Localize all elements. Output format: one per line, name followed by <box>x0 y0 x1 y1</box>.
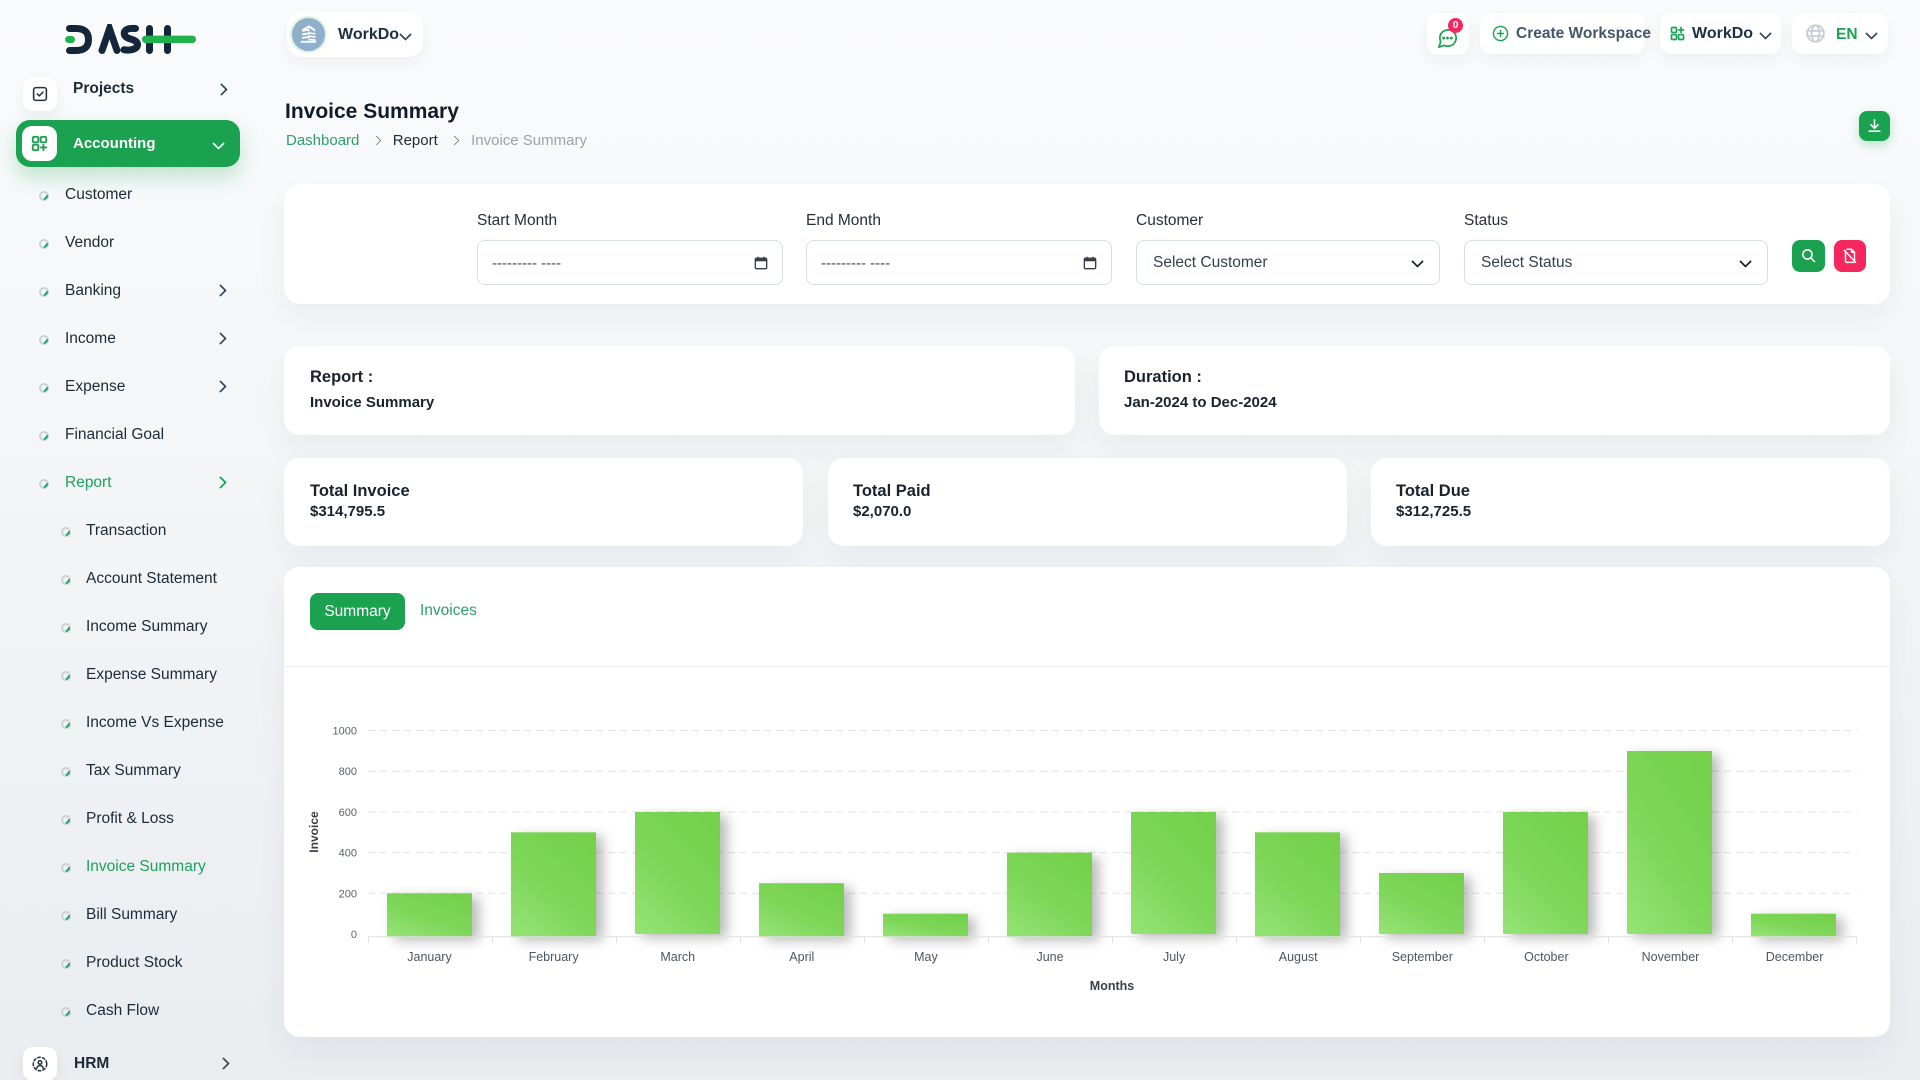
svg-text:December: December <box>1766 950 1824 964</box>
svg-text:June: June <box>1036 950 1063 964</box>
svg-text:Months: Months <box>1090 979 1134 993</box>
svg-text:200: 200 <box>339 888 357 900</box>
svg-text:400: 400 <box>339 848 357 860</box>
svg-text:0: 0 <box>351 929 357 941</box>
svg-text:January: January <box>407 950 452 964</box>
svg-text:April: April <box>789 950 814 964</box>
svg-text:1000: 1000 <box>333 726 357 738</box>
svg-text:Invoice: Invoice <box>307 811 321 853</box>
svg-text:October: October <box>1524 950 1568 964</box>
svg-text:November: November <box>1642 950 1700 964</box>
svg-text:September: September <box>1392 950 1453 964</box>
svg-text:July: July <box>1163 950 1186 964</box>
svg-text:August: August <box>1279 950 1318 964</box>
svg-text:600: 600 <box>339 807 357 819</box>
svg-text:800: 800 <box>339 766 357 778</box>
svg-text:May: May <box>914 950 938 964</box>
svg-text:February: February <box>529 950 580 964</box>
svg-text:March: March <box>660 950 695 964</box>
